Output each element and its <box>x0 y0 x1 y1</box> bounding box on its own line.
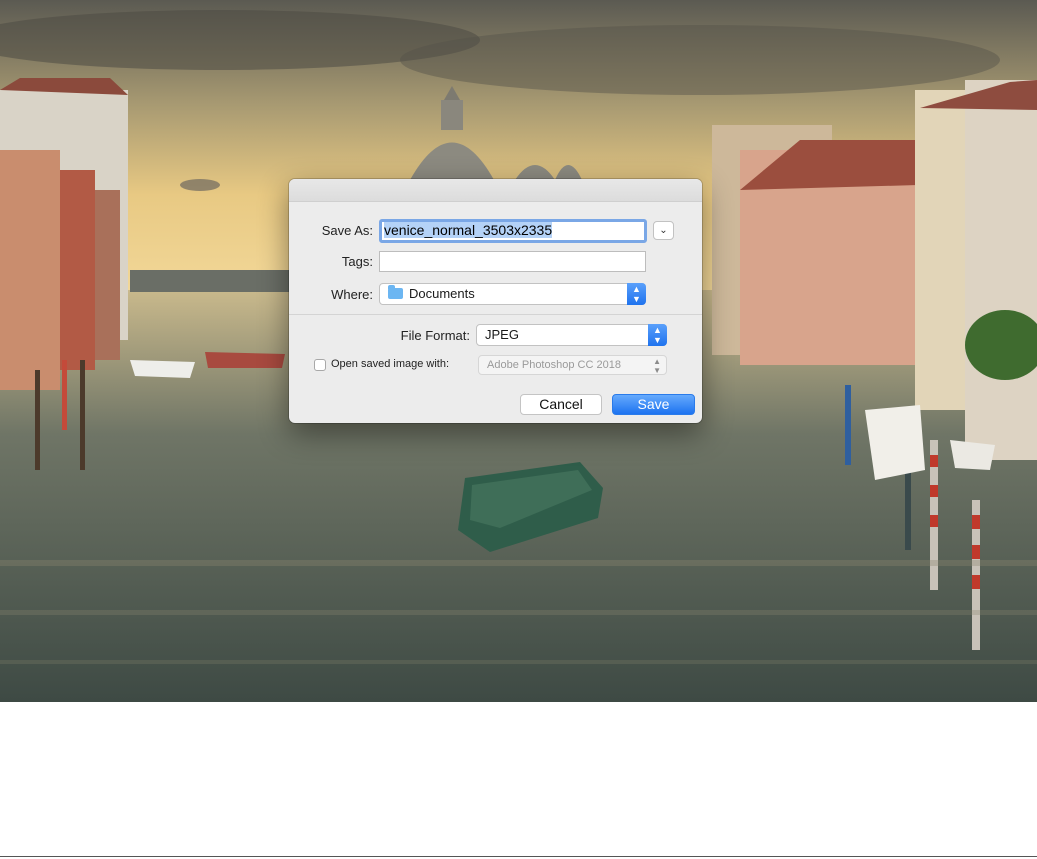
file-format-value: JPEG <box>485 327 519 342</box>
where-value: Documents <box>409 286 475 301</box>
save-as-label: Save As: <box>321 223 373 238</box>
chevron-down-icon: ⌄ <box>659 225 668 236</box>
cancel-button[interactable]: Cancel <box>520 394 602 415</box>
where-label: Where: <box>331 287 373 302</box>
open-with-label: Open saved image with: <box>331 358 450 370</box>
save-button[interactable]: Save <box>612 394 695 415</box>
expand-button[interactable]: ⌄ <box>653 221 674 240</box>
tags-label: Tags: <box>341 254 373 269</box>
up-down-chevron-icon: ▲ ▼ <box>627 283 646 305</box>
file-format-popup[interactable]: JPEG ▲ ▼ <box>476 324 667 346</box>
up-down-chevron-icon: ▲ ▼ <box>648 324 667 346</box>
up-down-chevron-icon: ▲ ▼ <box>653 357 661 375</box>
save-dialog: Save As: venice_normal_3503x2335 ⌄ Tags:… <box>289 179 702 423</box>
dialog-titlebar <box>289 179 702 202</box>
tags-input[interactable] <box>379 251 646 272</box>
open-with-app-popup[interactable]: Adobe Photoshop CC 2018 ▲ ▼ <box>478 355 667 375</box>
open-with-checkbox[interactable] <box>314 359 326 371</box>
file-format-label: File Format: <box>400 328 470 343</box>
bottom-rule <box>0 856 1037 857</box>
save-as-input[interactable]: venice_normal_3503x2335 <box>379 219 647 243</box>
open-with-app-value: Adobe Photoshop CC 2018 <box>487 359 621 371</box>
folder-icon <box>388 285 403 299</box>
dialog-divider <box>289 314 702 315</box>
save-as-value: venice_normal_3503x2335 <box>384 222 553 238</box>
where-popup[interactable]: Documents ▲ ▼ <box>379 283 646 305</box>
